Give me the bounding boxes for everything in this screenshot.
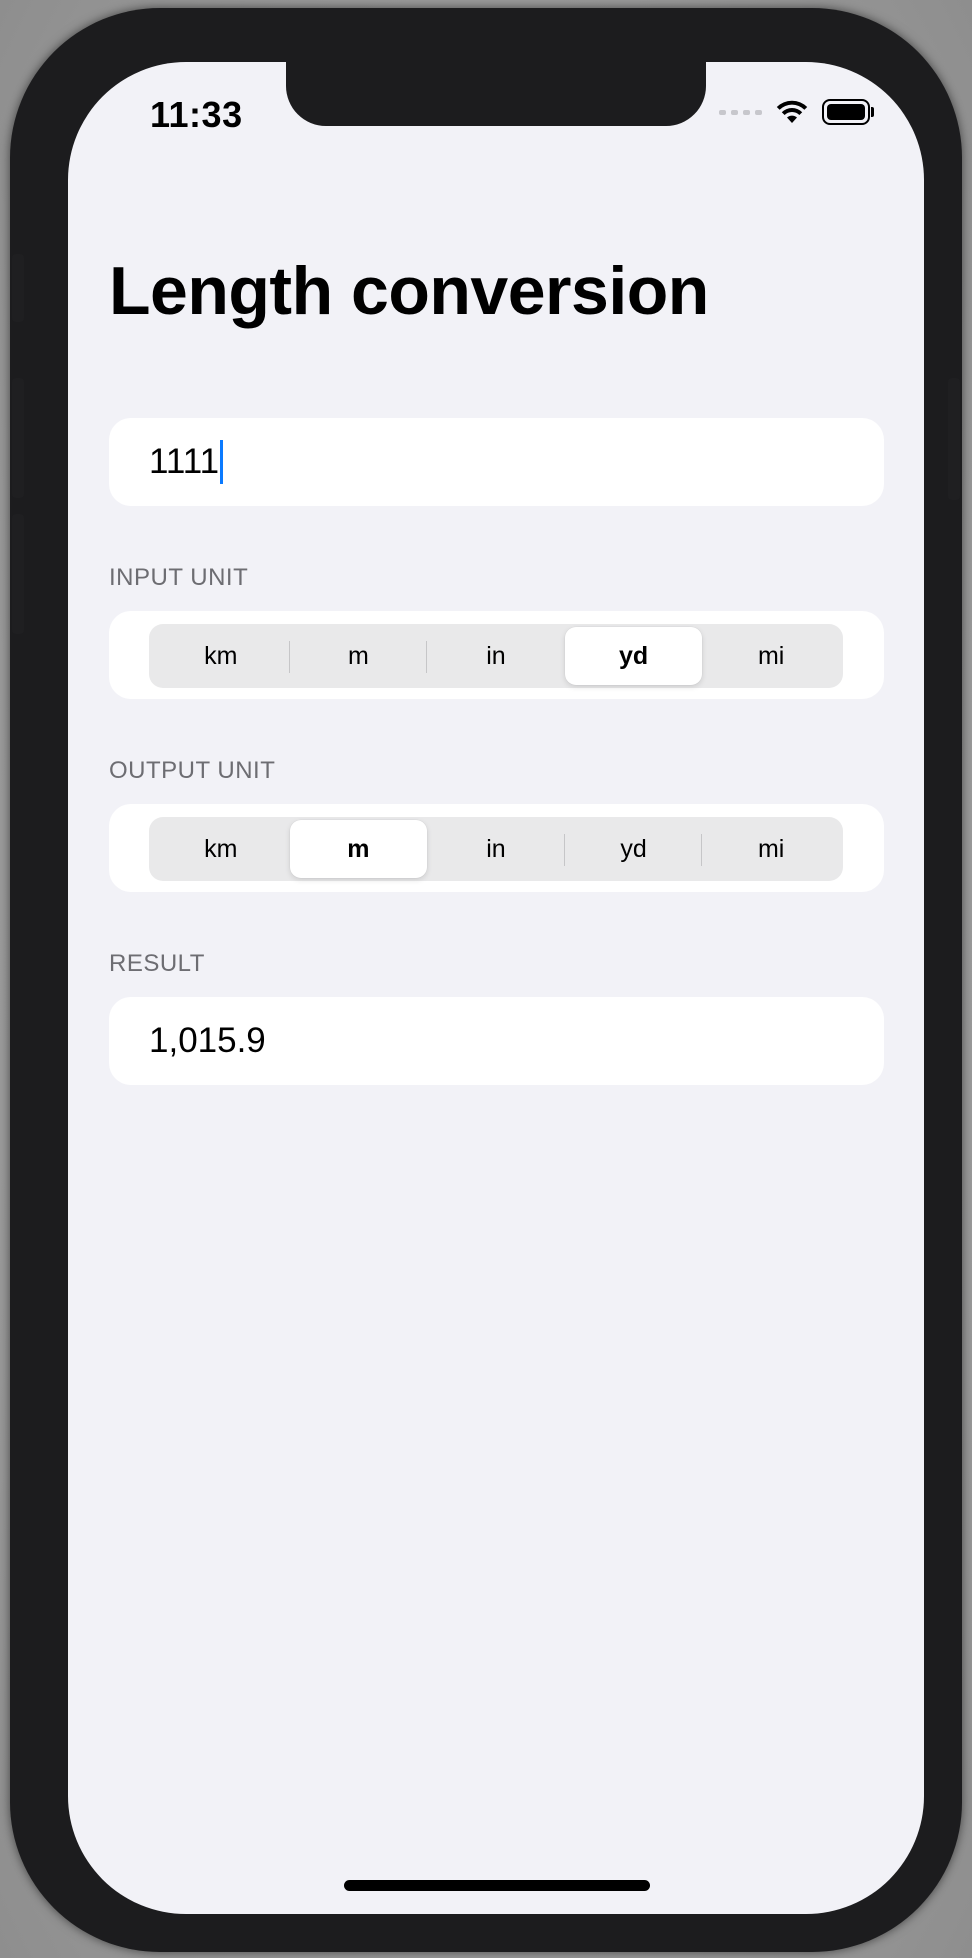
notch — [286, 62, 706, 126]
input-unit-card: km m in yd mi — [109, 611, 884, 699]
page-title: Length conversion — [109, 253, 709, 329]
output-unit-segment-m[interactable]: m — [289, 820, 428, 878]
input-unit-segment-label: km — [204, 641, 238, 670]
output-unit-segment-label: km — [204, 834, 238, 863]
input-value-text: 1111 — [149, 442, 220, 481]
home-indicator[interactable] — [344, 1880, 650, 1891]
result-card: 1,015.9 — [109, 997, 884, 1085]
output-unit-picker[interactable]: km m in yd mi — [149, 817, 843, 881]
volume-up-button — [12, 378, 24, 498]
screen: 11:33 Length conversion 1111 INPUT UNIT … — [68, 62, 924, 1914]
device-frame: 11:33 Length conversion 1111 INPUT UNIT … — [10, 8, 962, 1952]
mute-switch — [12, 254, 24, 322]
result-label: RESULT — [109, 950, 205, 977]
output-unit-label: OUTPUT UNIT — [109, 757, 276, 784]
input-unit-segment-in[interactable]: in — [427, 627, 565, 685]
input-unit-segment-yd[interactable]: yd — [564, 627, 703, 685]
input-unit-label: INPUT UNIT — [109, 564, 249, 591]
text-caret — [220, 440, 224, 484]
output-unit-segment-label: mi — [757, 834, 785, 863]
output-unit-segment-label: yd — [620, 834, 647, 863]
volume-down-button — [12, 514, 24, 634]
power-button — [948, 378, 960, 500]
input-value[interactable]: 1111 — [149, 418, 224, 506]
input-unit-picker[interactable]: km m in yd mi — [149, 624, 843, 688]
battery-icon — [822, 99, 874, 125]
simulator-stage: 11:33 Length conversion 1111 INPUT UNIT … — [0, 0, 972, 1958]
output-unit-segment-yd[interactable]: yd — [565, 820, 703, 878]
input-unit-segment-label: mi — [757, 641, 785, 670]
output-unit-segment-km[interactable]: km — [152, 820, 290, 878]
input-unit-segment-label: yd — [618, 641, 649, 670]
input-field[interactable]: 1111 — [109, 418, 884, 506]
output-unit-segment-label: in — [486, 834, 506, 863]
output-unit-segment-mi[interactable]: mi — [702, 820, 840, 878]
input-unit-segment-mi[interactable]: mi — [702, 627, 840, 685]
output-unit-card: km m in yd mi — [109, 804, 884, 892]
status-time: 11:33 — [150, 94, 243, 135]
status-icons — [719, 94, 874, 130]
input-unit-segment-km[interactable]: km — [152, 627, 290, 685]
output-unit-segment-in[interactable]: in — [427, 820, 565, 878]
input-unit-segment-label: m — [347, 641, 369, 670]
wifi-icon — [776, 99, 808, 125]
input-unit-segment-m[interactable]: m — [290, 627, 428, 685]
input-unit-segment-label: in — [486, 641, 506, 670]
output-unit-segment-label: m — [347, 834, 370, 863]
signal-icon — [719, 109, 762, 115]
result-value: 1,015.9 — [149, 1021, 266, 1060]
